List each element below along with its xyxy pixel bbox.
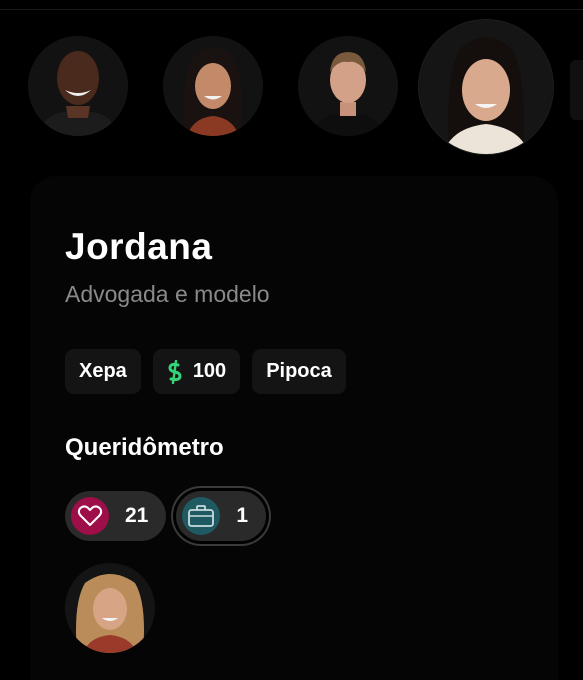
- group-chip: Xepa: [65, 349, 141, 394]
- reaction-count: 1: [236, 504, 249, 527]
- person-avatar-icon: [65, 563, 155, 653]
- heart-icon: [71, 497, 109, 535]
- participant-avatar-selected[interactable]: [419, 20, 553, 154]
- person-avatar-icon: [298, 36, 398, 136]
- participant-carousel: [0, 0, 583, 170]
- reaction-suitcase[interactable]: 1: [176, 491, 267, 541]
- person-avatar-icon: [419, 20, 553, 154]
- participant-avatar-partial[interactable]: [570, 60, 583, 120]
- person-avatar-icon: [163, 36, 263, 136]
- participant-avatar[interactable]: [163, 36, 263, 136]
- queridometro-title: Queridômetro: [65, 434, 224, 461]
- reaction-heart[interactable]: 21: [65, 491, 167, 541]
- voter-avatar[interactable]: [65, 563, 155, 653]
- group-label: Xepa: [79, 360, 127, 382]
- reaction-list: 21 1: [65, 491, 267, 541]
- person-avatar-icon: [28, 36, 128, 136]
- participant-name: Jordana: [65, 226, 213, 267]
- origin-label: Pipoca: [266, 360, 332, 382]
- participant-description: Advogada e modelo: [65, 281, 270, 307]
- participant-avatar[interactable]: [298, 36, 398, 136]
- money-value: 100: [192, 360, 227, 382]
- money-icon: [167, 359, 183, 384]
- money-chip: 100: [152, 349, 241, 394]
- origin-chip: Pipoca: [252, 349, 346, 394]
- reaction-count: 21: [125, 504, 149, 527]
- info-chips: Xepa 100 Pipoca: [65, 349, 346, 394]
- participant-avatar[interactable]: [28, 36, 128, 136]
- suitcase-icon: [182, 497, 221, 535]
